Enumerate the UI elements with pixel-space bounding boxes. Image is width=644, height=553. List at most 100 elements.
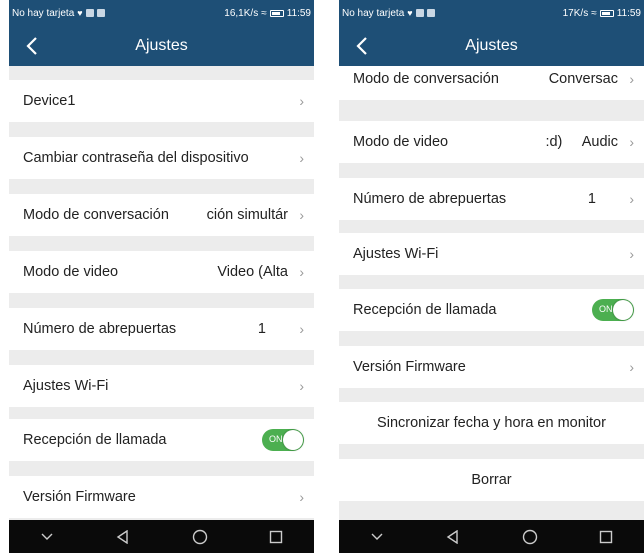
battery-icon bbox=[269, 9, 284, 17]
toggle-state: ON bbox=[269, 434, 283, 444]
chevron-right-icon: › bbox=[299, 93, 304, 109]
row-label: Modo de video bbox=[353, 134, 449, 150]
app-notification-icon bbox=[415, 9, 424, 17]
settings-row-talk-mode[interactable]: Modo de conversación Conversac › bbox=[339, 66, 644, 100]
network-speed: 17K/s bbox=[562, 7, 589, 19]
row-value: Video (Alta bbox=[217, 264, 288, 280]
delete-button[interactable]: Borrar bbox=[339, 459, 644, 501]
chevron-right-icon: › bbox=[629, 134, 634, 150]
settings-row-password[interactable]: Cambiar contraseña del dispositivo › bbox=[9, 137, 314, 179]
sync-datetime-button[interactable]: Sincronizar fecha y hora en monitor bbox=[339, 402, 644, 444]
chevron-left-icon bbox=[356, 37, 367, 55]
chevron-right-icon: › bbox=[629, 71, 634, 87]
system-navigation-bar bbox=[339, 520, 644, 553]
app-notification-icon bbox=[426, 9, 435, 17]
carrier-text: No hay tarjeta bbox=[12, 7, 75, 19]
row-label: Versión Firmware bbox=[353, 359, 466, 375]
nav-recents-button[interactable] bbox=[261, 522, 291, 552]
notification-icon: ♥ bbox=[77, 8, 83, 18]
status-bar: No hay tarjeta ♥ 16,1K/s ≈ 11:59 bbox=[9, 0, 314, 26]
back-triangle-icon bbox=[117, 529, 129, 544]
settings-list: Device1 › Cambiar contraseña del disposi… bbox=[9, 66, 314, 520]
row-label: Versión Firmware bbox=[23, 489, 136, 505]
row-label: Número de abrepuertas bbox=[353, 191, 507, 207]
settings-row-door-count[interactable]: Número de abrepuertas 1 › bbox=[339, 178, 644, 220]
settings-row-firmware[interactable]: Versión Firmware › bbox=[339, 346, 644, 388]
settings-row-call-reception: Recepción de llamada ON bbox=[9, 419, 314, 461]
phone-screen-right: No hay tarjeta ♥ 17K/s ≈ 11:59 Ajustes M… bbox=[339, 0, 644, 553]
clock: 11:59 bbox=[286, 7, 311, 19]
settings-row-talk-mode[interactable]: Modo de conversación ción simultár › bbox=[9, 194, 314, 236]
chevron-right-icon: › bbox=[629, 191, 634, 207]
chevron-left-icon bbox=[26, 37, 37, 55]
app-notification-icon bbox=[96, 9, 105, 17]
row-value: ción simultár bbox=[206, 207, 288, 223]
row-label: Recepción de llamada bbox=[23, 432, 167, 448]
hide-keyboard-button[interactable] bbox=[362, 522, 392, 552]
wifi-signal-icon: ≈ bbox=[591, 7, 597, 19]
chevron-right-icon: › bbox=[299, 378, 304, 394]
wifi-signal-icon: ≈ bbox=[261, 7, 267, 19]
hide-keyboard-button[interactable] bbox=[32, 522, 62, 552]
button-label: Sincronizar fecha y hora en monitor bbox=[377, 415, 606, 431]
call-reception-toggle[interactable]: ON bbox=[592, 299, 634, 321]
network-speed: 16,1K/s bbox=[224, 7, 259, 19]
settings-list: Modo de conversación Conversac › Modo de… bbox=[339, 66, 644, 520]
back-button[interactable] bbox=[349, 32, 375, 60]
call-reception-toggle[interactable]: ON bbox=[262, 429, 304, 451]
button-label: Borrar bbox=[471, 472, 512, 488]
nav-back-button[interactable] bbox=[438, 522, 468, 552]
back-triangle-icon bbox=[447, 529, 459, 544]
nav-home-button[interactable] bbox=[515, 522, 545, 552]
settings-row-wifi[interactable]: Ajustes Wi-Fi › bbox=[9, 365, 314, 407]
row-label: Modo de video bbox=[23, 264, 119, 280]
row-value: 1 bbox=[587, 191, 596, 207]
chevron-right-icon: › bbox=[299, 207, 304, 223]
row-label: Ajustes Wi-Fi bbox=[23, 378, 109, 394]
settings-row-video-mode[interactable]: Modo de video Video (Alta › bbox=[9, 251, 314, 293]
nav-home-button[interactable] bbox=[185, 522, 215, 552]
chevron-right-icon: › bbox=[629, 359, 634, 375]
row-label: Modo de conversación bbox=[23, 207, 169, 223]
home-circle-icon bbox=[522, 529, 537, 544]
row-value: Conversac bbox=[548, 71, 618, 87]
notification-icon: ♥ bbox=[407, 8, 413, 18]
app-bar: Ajustes bbox=[339, 26, 644, 66]
hide-keyboard-icon bbox=[41, 533, 53, 540]
toggle-state: ON bbox=[599, 304, 613, 314]
row-label: Device1 bbox=[23, 93, 76, 109]
settings-row-device[interactable]: Device1 › bbox=[9, 80, 314, 122]
nav-back-button[interactable] bbox=[108, 522, 138, 552]
chevron-right-icon: › bbox=[299, 321, 304, 337]
row-value: :d) Audic bbox=[545, 134, 618, 150]
row-label: Recepción de llamada bbox=[353, 302, 497, 318]
home-circle-icon bbox=[192, 529, 207, 544]
settings-row-wifi[interactable]: Ajustes Wi-Fi › bbox=[339, 233, 644, 275]
status-bar: No hay tarjeta ♥ 17K/s ≈ 11:59 bbox=[339, 0, 644, 26]
page-title: Ajustes bbox=[135, 37, 188, 54]
system-navigation-bar bbox=[9, 520, 314, 553]
battery-icon bbox=[599, 9, 614, 17]
row-label: Modo de conversación bbox=[353, 71, 499, 87]
toggle-knob bbox=[283, 430, 303, 450]
app-bar: Ajustes bbox=[9, 26, 314, 66]
page-title: Ajustes bbox=[465, 37, 518, 54]
row-label: Ajustes Wi-Fi bbox=[353, 246, 439, 262]
row-label: Número de abrepuertas bbox=[23, 321, 177, 337]
chevron-right-icon: › bbox=[299, 264, 304, 280]
clock: 11:59 bbox=[616, 7, 641, 19]
carrier-text: No hay tarjeta bbox=[342, 7, 405, 19]
toggle-knob bbox=[613, 300, 633, 320]
chevron-right-icon: › bbox=[629, 246, 634, 262]
settings-row-call-reception: Recepción de llamada ON bbox=[339, 289, 644, 331]
settings-row-video-mode[interactable]: Modo de video :d) Audic › bbox=[339, 121, 644, 163]
back-button[interactable] bbox=[19, 32, 45, 60]
nav-recents-button[interactable] bbox=[591, 522, 621, 552]
chevron-right-icon: › bbox=[299, 489, 304, 505]
recents-square-icon bbox=[599, 530, 613, 543]
settings-row-firmware[interactable]: Versión Firmware › bbox=[9, 476, 314, 518]
row-value: 1 bbox=[257, 321, 266, 337]
hide-keyboard-icon bbox=[371, 533, 383, 540]
row-label: Cambiar contraseña del dispositivo bbox=[23, 150, 249, 166]
settings-row-door-count[interactable]: Número de abrepuertas 1 › bbox=[9, 308, 314, 350]
